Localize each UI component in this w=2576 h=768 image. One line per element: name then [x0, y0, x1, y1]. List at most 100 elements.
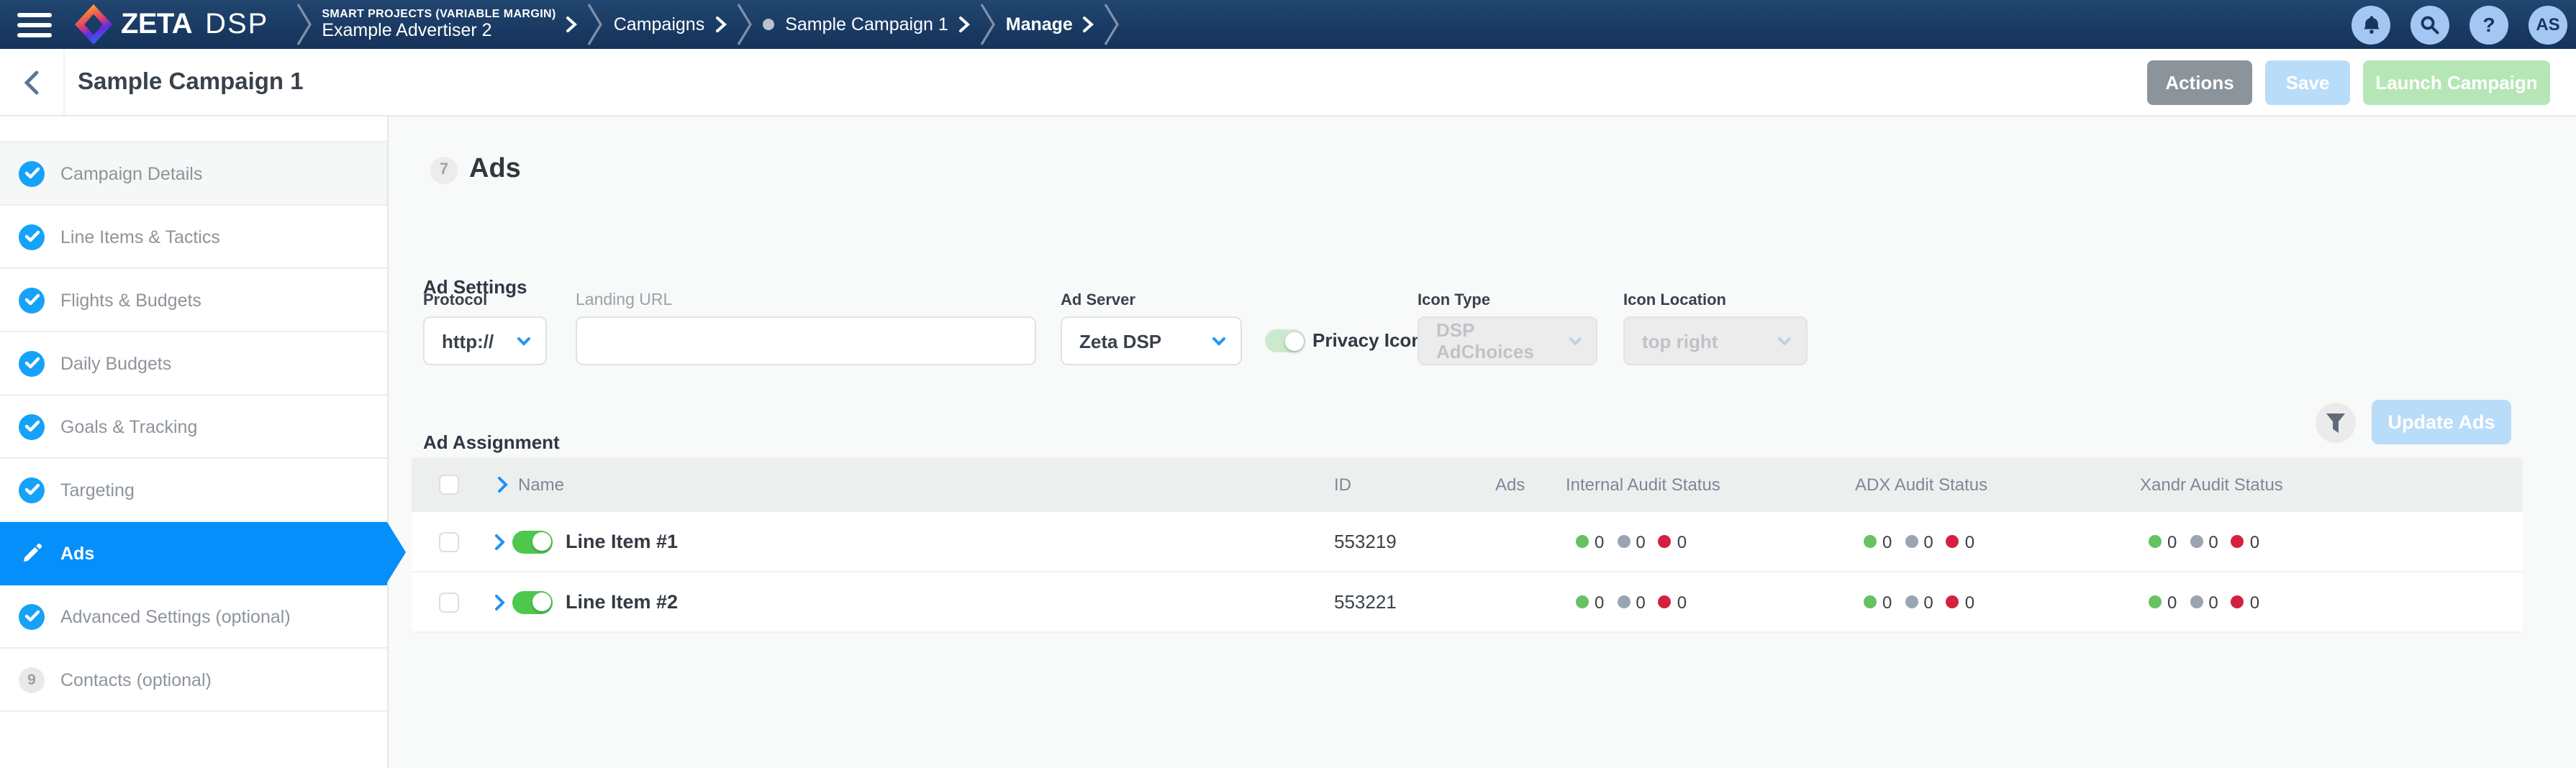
check-circle-icon	[19, 160, 45, 186]
sidebar-item-advanced-settings[interactable]: Advanced Settings (optional)	[0, 585, 387, 649]
column-header-internal-audit[interactable]: Internal Audit Status	[1566, 475, 1720, 495]
icon-type-label: Icon Type	[1418, 292, 1490, 309]
select-all-checkbox[interactable]	[439, 475, 459, 495]
table-row: Line Item #1 553219 0 0 0 0 0 0	[412, 512, 2523, 572]
xandr-audit-status: 0 0 0	[2149, 531, 2259, 552]
sidebar-item-line-items-tactics[interactable]: Line Items & Tactics	[0, 206, 387, 269]
user-avatar[interactable]: AS	[2529, 5, 2567, 44]
status-dot-rejected	[1659, 595, 1672, 608]
launch-campaign-button[interactable]: Launch Campaign	[2363, 60, 2550, 104]
ad-assignment-table: Name ID Ads Internal Audit Status ADX Au…	[412, 457, 2523, 633]
column-header-xandr-audit[interactable]: Xandr Audit Status	[2140, 475, 2283, 495]
filter-button[interactable]	[2316, 403, 2356, 443]
sidebar-item-flights-budgets[interactable]: Flights & Budgets	[0, 269, 387, 332]
step-number-circle: 7	[430, 156, 458, 183]
sidebar-item-campaign-details[interactable]: Campaign Details	[0, 141, 387, 206]
breadcrumb-advertiser[interactable]: SMART PROJECTS (VARIABLE MARGIN) Example…	[322, 7, 577, 41]
chevron-right-icon	[566, 16, 578, 33]
breadcrumb-campaigns[interactable]: Campaigns	[614, 14, 726, 35]
breadcrumb-manage[interactable]: Manage	[1006, 14, 1094, 35]
status-dot-pending	[2190, 595, 2203, 608]
funnel-icon	[2326, 412, 2346, 434]
breadcrumb-separator-icon	[980, 3, 996, 46]
breadcrumb-campaigns-label: Campaigns	[614, 14, 704, 35]
check-circle-icon	[19, 350, 45, 376]
step-number-badge: 9	[19, 667, 45, 692]
breadcrumb-separator-icon	[1105, 3, 1120, 46]
row-checkbox[interactable]	[439, 531, 459, 552]
ad-server-select[interactable]: Zeta DSP	[1061, 316, 1242, 365]
chevron-down-icon	[1777, 336, 1792, 346]
sidebar-item-label: Flights & Budgets	[60, 290, 201, 310]
sidebar-item-daily-budgets[interactable]: Daily Budgets	[0, 332, 387, 396]
status-dot-pending	[2190, 535, 2203, 548]
chevron-down-icon	[1212, 336, 1226, 346]
sidebar-item-label: Daily Budgets	[60, 353, 171, 373]
status-dot-approved	[1864, 595, 1877, 608]
help-button[interactable]: ?	[2470, 5, 2508, 44]
line-item-name: Line Item #2	[566, 591, 678, 613]
question-mark-icon: ?	[2482, 13, 2495, 36]
line-item-enabled-toggle[interactable]	[512, 590, 553, 613]
sidebar-item-ads[interactable]: Ads	[0, 522, 387, 585]
column-header-adx-audit[interactable]: ADX Audit Status	[1855, 475, 1987, 495]
section-title: Ads	[469, 154, 521, 186]
chevron-right-icon	[958, 16, 970, 33]
breadcrumb-advertiser-label: Example Advertiser 2	[322, 21, 555, 42]
landing-url-label: Landing URL	[576, 292, 672, 309]
table-row: Line Item #2 553221 0 0 0 0 0 0	[412, 572, 2523, 633]
breadcrumb-campaign[interactable]: Sample Campaign 1	[762, 14, 970, 35]
status-dot-approved	[1576, 535, 1589, 548]
column-header-ads[interactable]: Ads	[1495, 475, 1525, 495]
protocol-label: Protocol	[423, 292, 487, 309]
breadcrumb-project-label: SMART PROJECTS (VARIABLE MARGIN)	[322, 7, 555, 20]
avatar-initials: AS	[2536, 14, 2559, 35]
breadcrumb: SMART PROJECTS (VARIABLE MARGIN) Example…	[286, 3, 1130, 46]
icon-location-value: top right	[1642, 330, 1718, 352]
expand-row-chevron-icon[interactable]	[495, 533, 505, 550]
bell-icon	[2359, 12, 2382, 37]
breadcrumb-manage-label: Manage	[1006, 14, 1073, 35]
ad-assignment-heading: Ad Assignment	[423, 431, 560, 453]
privacy-icon-toggle[interactable]	[1265, 329, 1305, 352]
icon-type-value: DSP AdChoices	[1436, 319, 1568, 362]
status-dot-pending	[1617, 595, 1630, 608]
sidebar-item-label: Campaign Details	[60, 163, 202, 183]
sidebar-item-label: Contacts (optional)	[60, 669, 212, 690]
search-button[interactable]	[2411, 5, 2449, 44]
save-button[interactable]: Save	[2265, 60, 2350, 104]
hamburger-menu-icon[interactable]	[17, 12, 52, 37]
update-ads-button[interactable]: Update Ads	[2372, 400, 2511, 444]
line-item-enabled-toggle[interactable]	[512, 530, 553, 553]
sidebar-item-contacts[interactable]: 9 Contacts (optional)	[0, 649, 387, 712]
chevron-down-icon	[1568, 336, 1582, 346]
table-header-row: Name ID Ads Internal Audit Status ADX Au…	[412, 457, 2523, 512]
expand-row-chevron-icon[interactable]	[495, 593, 505, 611]
adx-audit-status: 0 0 0	[1864, 531, 1974, 552]
sidebar-item-goals-tracking[interactable]: Goals & Tracking	[0, 396, 387, 459]
ad-settings-form: Protocol http:// Landing URL Ad Server Z…	[423, 292, 2576, 401]
actions-button[interactable]: Actions	[2147, 60, 2252, 104]
notifications-button[interactable]	[2351, 5, 2390, 44]
check-circle-icon	[19, 287, 45, 313]
page-title: Sample Campaign 1	[78, 68, 304, 96]
protocol-value: http://	[442, 330, 494, 352]
column-header-id[interactable]: ID	[1334, 475, 1351, 495]
expand-all-chevron-icon[interactable]	[498, 476, 508, 493]
check-circle-icon	[19, 224, 45, 250]
sidebar-item-label: Advanced Settings (optional)	[60, 606, 291, 626]
back-button[interactable]	[0, 49, 65, 115]
sidebar-item-targeting[interactable]: Targeting	[0, 459, 387, 522]
breadcrumb-separator-icon	[736, 3, 752, 46]
landing-url-input[interactable]	[576, 316, 1036, 365]
column-header-name[interactable]: Name	[518, 475, 564, 495]
sidebar-item-label: Targeting	[60, 480, 135, 500]
status-dot-rejected	[2231, 535, 2244, 548]
ad-server-value: Zeta DSP	[1079, 330, 1161, 352]
protocol-select[interactable]: http://	[423, 316, 547, 365]
brand-zeta: ZETA	[121, 8, 192, 41]
row-checkbox[interactable]	[439, 592, 459, 612]
zeta-dsp-logo[interactable]: ZETA DSP	[75, 4, 268, 45]
status-dot-pending	[1905, 595, 1918, 608]
breadcrumb-separator-icon	[588, 3, 604, 46]
